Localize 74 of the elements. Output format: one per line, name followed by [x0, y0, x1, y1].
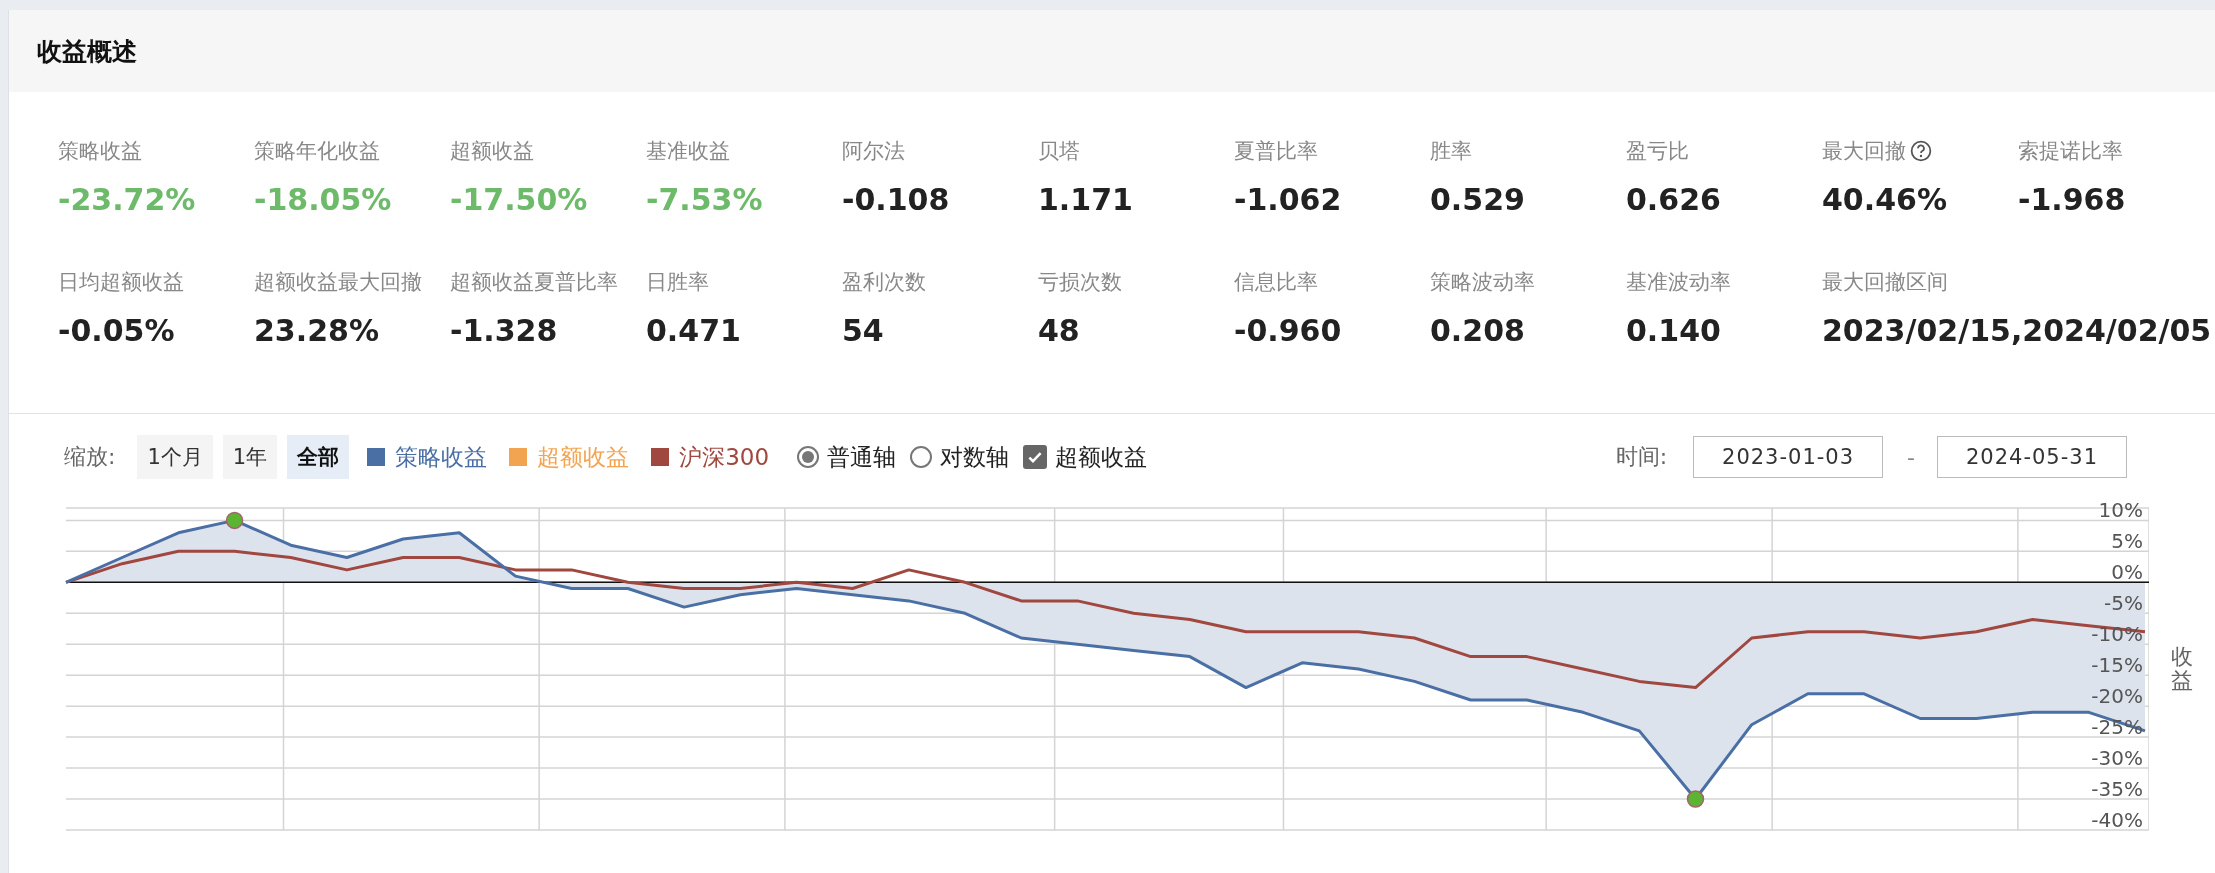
metric-label: 日均超额收益: [58, 269, 184, 296]
y-tick-label: -15%: [2091, 653, 2143, 678]
y-tick-label: -40%: [2091, 808, 2143, 832]
metric-value: 0.626: [1626, 182, 1721, 217]
metric-label: 盈利次数: [842, 269, 926, 296]
metric-value: -0.960: [1234, 313, 1342, 348]
y-tick-label: -5%: [2104, 591, 2143, 616]
metric-label: 贝塔: [1038, 138, 1080, 165]
trough-marker-icon: [1686, 790, 1705, 808]
checkbox-label[interactable]: 超额收益: [1055, 441, 1148, 473]
metric-label: 盈亏比: [1626, 138, 1689, 165]
metric-label: 阿尔法: [842, 138, 905, 165]
zoom-range-button[interactable]: 1个月: [137, 435, 213, 479]
metric-value: -7.53%: [646, 182, 763, 217]
metric-label: 亏损次数: [1038, 269, 1122, 296]
start-date-field[interactable]: 2023-01-03: [1693, 436, 1884, 478]
metric-value: 1.171: [1038, 182, 1133, 217]
metric-label: 超额收益最大回撤: [254, 269, 422, 296]
metric-label: 夏普比率: [1234, 138, 1318, 165]
metric-value: -1.328: [450, 313, 558, 348]
radio-button[interactable]: [910, 446, 933, 468]
metric-label: 最大回撤: [1822, 138, 1906, 165]
metric-value: -17.50%: [450, 182, 588, 217]
checkbox[interactable]: [1023, 445, 1048, 469]
y-tick-label: -10%: [2091, 622, 2143, 647]
metric-label: 基准收益: [646, 138, 730, 165]
y-tick-label: 0%: [2111, 560, 2143, 585]
y-tick-label: 10%: [2098, 500, 2143, 523]
panel-title: 收益概述: [37, 35, 137, 68]
time-label: 时间:: [1615, 443, 1668, 471]
metric-value: -18.05%: [254, 182, 392, 217]
metric-label: 策略年化收益: [254, 138, 380, 165]
metric-label: 基准波动率: [1626, 269, 1731, 296]
metric-value: 0.529: [1430, 182, 1525, 217]
y-tick-label: -35%: [2091, 777, 2143, 802]
metric-label: 索提诺比率: [2018, 138, 2123, 165]
metric-value: -1.062: [1234, 182, 1342, 217]
zoom-range-button[interactable]: 全部: [287, 435, 350, 479]
metric-label: 日胜率: [646, 269, 709, 296]
zoom-range-button[interactable]: 1年: [222, 435, 278, 479]
metric-value: -23.72%: [58, 182, 196, 217]
metric-value: 40.46%: [1822, 182, 1947, 217]
metric-value: -1.968: [2018, 182, 2126, 217]
help-icon[interactable]: [1910, 140, 1932, 162]
metric-label: 信息比率: [1234, 269, 1318, 296]
metric-label: 超额收益: [450, 138, 534, 165]
radio-button[interactable]: [797, 446, 820, 468]
metric-value: 2023/02/15,2024/02/05: [1822, 313, 2212, 348]
metric-label: 超额收益夏普比率: [450, 269, 618, 296]
radio-label[interactable]: 普通轴: [827, 441, 897, 473]
peak-marker-icon: [225, 511, 244, 530]
metric-label: 胜率: [1430, 138, 1472, 165]
metric-value: 0.208: [1430, 313, 1525, 348]
y-axis-title: 收益: [2171, 645, 2193, 694]
metric-value: 48: [1038, 313, 1080, 348]
metric-label: 策略波动率: [1430, 269, 1535, 296]
metric-value: 23.28%: [254, 313, 379, 348]
metric-value: -0.05%: [58, 313, 175, 348]
metric-value: 0.140: [1626, 313, 1721, 348]
y-tick-label: 5%: [2111, 529, 2143, 554]
end-date-field[interactable]: 2024-05-31: [1937, 436, 2127, 478]
metric-label: 策略收益: [58, 138, 142, 165]
y-tick-label: -30%: [2091, 746, 2143, 771]
radio-label[interactable]: 对数轴: [940, 441, 1010, 473]
metric-label: 最大回撤区间: [1822, 269, 1948, 296]
date-separator: -: [1907, 444, 1915, 470]
y-tick-label: -20%: [2091, 684, 2143, 709]
zoom-label: 缩放:: [64, 443, 116, 471]
legend-label[interactable]: 策略收益: [395, 441, 488, 473]
metric-value: 54: [842, 313, 884, 348]
legend-label[interactable]: 沪深300: [679, 441, 770, 473]
metric-value: -0.108: [842, 182, 950, 217]
y-tick-label: -25%: [2091, 715, 2143, 740]
metric-value: 0.471: [646, 313, 741, 348]
